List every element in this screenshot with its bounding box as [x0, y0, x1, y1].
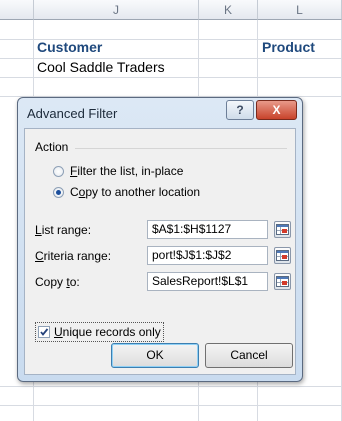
copy-to-input[interactable]: SalesReport!$L$1 — [147, 272, 268, 291]
list-range-collapse-button[interactable] — [274, 221, 291, 238]
action-group-label: Action — [35, 140, 69, 154]
column-header-j[interactable]: J — [34, 0, 199, 20]
close-icon: X — [272, 103, 281, 117]
unique-records-label: Unique records only — [54, 325, 161, 339]
dialog-body: Action Filter the list, in-place Copy to… — [24, 128, 296, 375]
dialog-title: Advanced Filter — [27, 106, 118, 121]
list-range-label: List range: — [35, 223, 92, 237]
grid-line — [0, 77, 342, 78]
ok-button[interactable]: OK — [111, 343, 199, 368]
help-button[interactable]: ? — [226, 100, 254, 120]
checkmark-icon — [40, 328, 49, 336]
cell-j1[interactable]: Customer — [37, 37, 102, 57]
column-header-blank — [0, 0, 34, 20]
range-select-icon — [276, 276, 289, 287]
grid-line — [0, 386, 342, 387]
radio-button-checked[interactable] — [53, 186, 64, 198]
radio-copy-label: Copy to another location — [70, 185, 201, 199]
radio-copy-to-location[interactable]: Copy to another location — [53, 183, 200, 201]
close-button[interactable]: X — [256, 100, 297, 120]
criteria-range-input[interactable]: port!$J$1:$J$2 — [147, 246, 268, 265]
cell-l1[interactable]: Product — [262, 37, 315, 57]
range-select-icon — [276, 250, 289, 261]
radio-filter-label: Filter the list, in-place — [70, 164, 184, 178]
criteria-range-label: Criteria range: — [35, 249, 112, 263]
unique-records-checkbox[interactable] — [38, 326, 50, 338]
cancel-button[interactable]: Cancel — [205, 343, 293, 368]
copy-to-collapse-button[interactable] — [274, 273, 291, 290]
unique-records-checkbox-row[interactable]: Unique records only — [35, 322, 164, 342]
radio-button-unchecked[interactable] — [53, 165, 64, 177]
column-header-k[interactable]: K — [199, 0, 258, 20]
column-header-l[interactable]: L — [258, 0, 342, 20]
range-select-icon — [276, 224, 289, 235]
copy-to-label: Copy to: — [35, 275, 80, 289]
group-divider — [75, 148, 287, 149]
advanced-filter-dialog: Advanced Filter ? X Action Filter the li… — [17, 97, 303, 382]
grid-line — [0, 405, 342, 406]
cell-j2[interactable]: Cool Saddle Traders — [37, 57, 165, 77]
list-range-input[interactable]: $A$1:$H$1127 — [147, 220, 268, 239]
criteria-range-collapse-button[interactable] — [274, 247, 291, 264]
radio-filter-in-place[interactable]: Filter the list, in-place — [53, 162, 183, 180]
